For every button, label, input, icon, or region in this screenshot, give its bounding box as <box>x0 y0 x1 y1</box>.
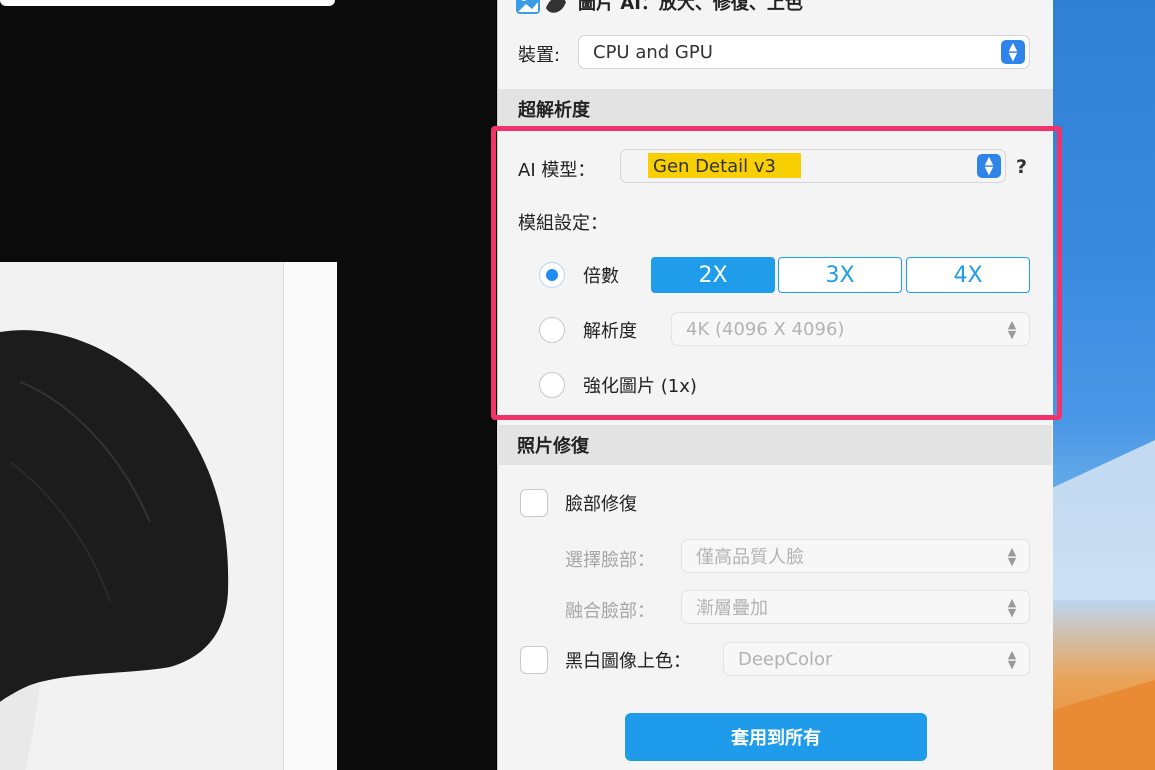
select-stepper-icon: ▲ ▼ <box>1001 40 1025 64</box>
face-repair-checkbox[interactable] <box>520 489 548 517</box>
select-stepper-icon: ▲ ▼ <box>1007 596 1017 619</box>
section-super-resolution: 超解析度 <box>498 89 1053 129</box>
section-title: 超解析度 <box>518 100 590 121</box>
app-photo-ai-icon <box>516 0 566 14</box>
wallpaper-cloud <box>1052 440 1155 600</box>
colorize-label: 黑白圖像上色： <box>565 651 691 672</box>
app-title: 圖片 AI：放大、修復、上色 <box>578 0 803 14</box>
colorize-value: DeepColor <box>738 648 833 670</box>
blend-face-label: 融合臉部： <box>565 601 655 622</box>
photo-preview <box>0 262 337 770</box>
select-face-select[interactable]: 僅高品質人臉 ▲ ▼ <box>681 539 1030 573</box>
canvas-top-bar <box>0 0 335 6</box>
colorize-checkbox[interactable] <box>520 646 548 674</box>
colorize-option[interactable]: 黑白圖像上色： <box>520 646 691 674</box>
highlight-frame <box>491 126 1062 420</box>
colorize-select[interactable]: DeepColor ▲ ▼ <box>723 642 1030 676</box>
section-title: 照片修復 <box>517 436 589 457</box>
desktop-wallpaper <box>1052 0 1155 770</box>
section-photo-repair: 照片修復 <box>497 425 1052 465</box>
face-repair-label: 臉部修復 <box>565 494 637 515</box>
blend-face-value: 漸層疊加 <box>696 598 768 619</box>
blend-face-select[interactable]: 漸層疊加 ▲ ▼ <box>681 590 1030 624</box>
select-stepper-icon: ▲ ▼ <box>1007 648 1017 671</box>
image-canvas[interactable] <box>0 0 496 770</box>
wallpaper-dune <box>1052 680 1155 770</box>
panel-header: 圖片 AI：放大、修復、上色 <box>516 0 803 16</box>
select-stepper-icon: ▲ ▼ <box>1007 545 1017 568</box>
portrait-hair-shape <box>0 330 229 770</box>
device-select[interactable]: CPU and GPU ▲ ▼ <box>578 35 1030 69</box>
apply-all-button[interactable]: 套用到所有 <box>625 713 927 761</box>
device-label: 裝置: <box>518 45 561 66</box>
face-repair-option[interactable]: 臉部修復 <box>520 489 637 517</box>
select-face-label: 選擇臉部： <box>565 550 655 571</box>
photo-frame-edge <box>283 262 337 770</box>
select-face-value: 僅高品質人臉 <box>696 547 804 568</box>
device-value: CPU and GPU <box>593 41 713 63</box>
